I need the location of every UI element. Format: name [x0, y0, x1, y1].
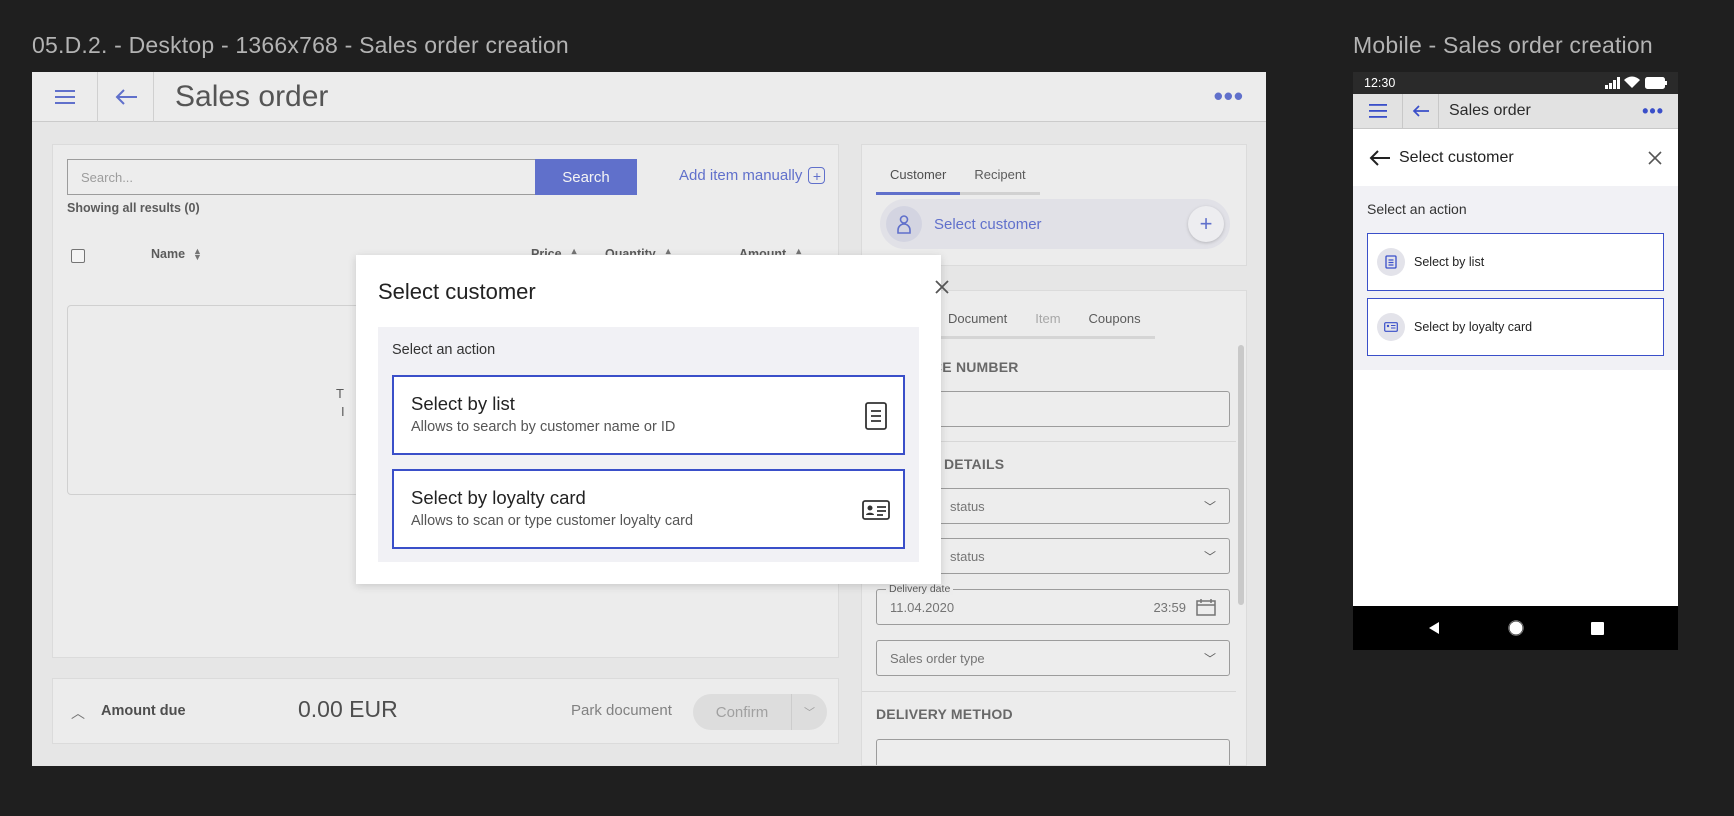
modal-body: Select an action Select by list Allows t…	[378, 327, 919, 562]
nav-home-icon[interactable]	[1508, 620, 1524, 636]
list-document-icon	[1377, 248, 1405, 276]
sheet-body: Select an action Select by list Select b…	[1353, 186, 1678, 370]
nav-back-icon[interactable]	[1427, 621, 1441, 635]
close-icon[interactable]	[932, 277, 952, 297]
modal-title: Select customer	[378, 279, 536, 304]
select-by-loyalty-card-option[interactable]: Select by loyalty card	[1367, 298, 1664, 356]
wifi-icon	[1624, 76, 1640, 88]
arrow-left-icon[interactable]	[1369, 149, 1391, 167]
mobile-frame: 12:30 Sales order ••• Select customer Se…	[1353, 72, 1678, 650]
close-icon[interactable]	[1648, 150, 1662, 165]
mobile-frame-title: Mobile - Sales order creation	[1353, 32, 1653, 58]
sheet-title: Select customer	[1399, 148, 1514, 166]
more-options-icon[interactable]: •••	[1642, 101, 1664, 122]
desktop-frame: Sales order ••• Search... Search Add ite…	[32, 72, 1266, 766]
option-title: Select by list	[411, 393, 515, 414]
select-by-loyalty-card-option[interactable]: Select by loyalty card Allows to scan or…	[392, 469, 905, 549]
select-by-list-option[interactable]: Select by list Allows to search by custo…	[392, 375, 905, 455]
option-description: Allows to scan or type customer loyalty …	[411, 513, 694, 529]
sheet-header: Select customer	[1353, 129, 1678, 186]
battery-icon	[1645, 77, 1667, 89]
signal-icon	[1605, 77, 1620, 89]
desktop-frame-title: 05.D.2. - Desktop - 1366x768 - Sales ord…	[32, 32, 569, 58]
select-by-list-option[interactable]: Select by list	[1367, 233, 1664, 291]
option-title: Select by loyalty card	[411, 487, 586, 508]
android-nav-bar	[1353, 606, 1678, 650]
id-card-icon	[862, 500, 890, 520]
arrow-left-icon	[1412, 105, 1429, 117]
id-card-icon	[1377, 313, 1405, 341]
option-label: Select by list	[1414, 255, 1485, 269]
list-document-icon	[865, 402, 887, 430]
status-bar: 12:30	[1353, 72, 1678, 94]
status-time: 12:30	[1364, 76, 1396, 90]
back-button[interactable]	[1403, 93, 1439, 129]
option-label: Select by loyalty card	[1414, 320, 1533, 334]
nav-recents-icon[interactable]	[1591, 621, 1605, 635]
menu-button[interactable]	[1353, 93, 1403, 129]
option-description: Allows to search by customer name or ID	[411, 419, 676, 435]
mobile-app-bar: Sales order •••	[1353, 93, 1678, 129]
mobile-page-title: Sales order	[1449, 102, 1531, 119]
hamburger-icon	[1368, 104, 1387, 118]
select-customer-modal: Select customer Select an action Select …	[356, 255, 949, 584]
sheet-subtitle: Select an action	[1367, 201, 1467, 217]
modal-subtitle: Select an action	[392, 342, 496, 358]
